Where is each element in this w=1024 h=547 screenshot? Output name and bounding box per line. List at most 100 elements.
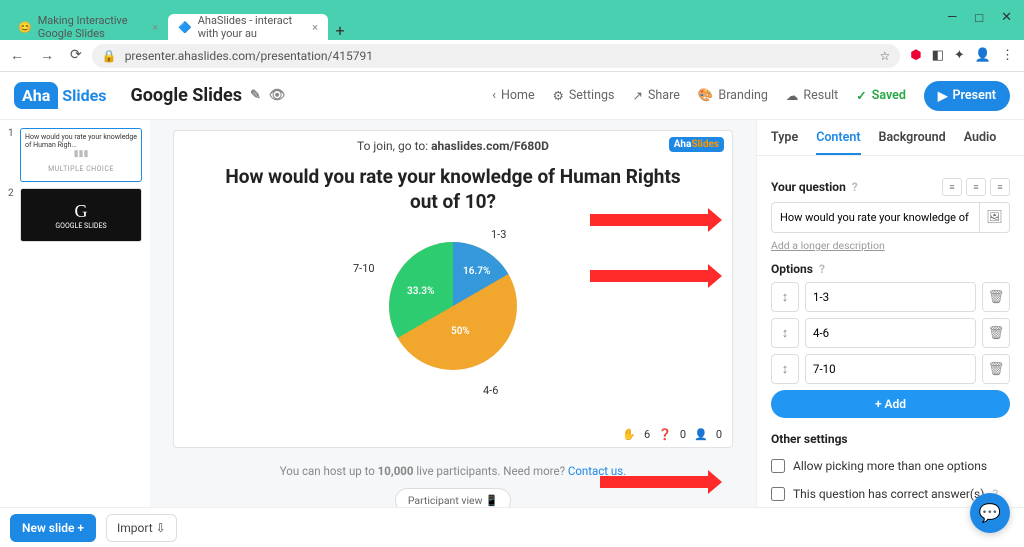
option-row: ↕ 🗑	[771, 354, 1010, 384]
annotation-arrow	[590, 270, 710, 282]
window-min-icon[interactable]: —	[947, 10, 957, 26]
trash-icon: 🗑	[988, 326, 1005, 341]
ext-icon[interactable]: ⬢	[910, 48, 921, 63]
plus-icon: +	[77, 521, 84, 535]
option-input[interactable]	[805, 318, 976, 348]
menu-icon[interactable]: ⋮	[1001, 48, 1014, 63]
thumb-title: How would you rate your knowledge of Hum…	[25, 133, 137, 149]
ext-icon[interactable]: ◧	[932, 48, 944, 63]
share-icon: ↗	[632, 88, 642, 104]
tab-close-icon[interactable]: ×	[152, 21, 158, 34]
tab-favicon: 🔷	[178, 21, 192, 34]
option-input[interactable]	[805, 282, 976, 312]
delete-option-button[interactable]: 🗑	[982, 354, 1010, 384]
align-right-icon[interactable]: ≡	[990, 178, 1010, 196]
help-icon[interactable]: ?	[852, 180, 858, 194]
setting-label: Allow picking more than one options	[793, 459, 987, 473]
phone-icon: 📱	[485, 494, 498, 507]
question-input[interactable]	[772, 203, 979, 232]
drag-handle[interactable]: ↕	[771, 354, 799, 384]
checkbox[interactable]	[771, 459, 785, 473]
browser-tab[interactable]: 🔷 AhaSlides - interact with your au ×	[168, 14, 328, 40]
check-icon: ✓	[856, 88, 866, 104]
setting-allow-multi[interactable]: Allow picking more than one options	[771, 452, 1010, 480]
user-count: 0	[716, 428, 722, 441]
new-slide-button[interactable]: New slide +	[10, 514, 96, 542]
question-section-label: Your question ? ≡ ≡ ≡	[771, 178, 1010, 196]
segment-percent: 50%	[451, 326, 470, 337]
tab-audio[interactable]: Audio	[964, 130, 997, 155]
trash-icon: 🗑	[988, 362, 1005, 377]
window-controls: — □ ✕	[947, 10, 1012, 26]
forward-icon[interactable]: →	[40, 47, 54, 64]
add-option-button[interactable]: + Add	[771, 390, 1010, 418]
align-left-icon[interactable]: ≡	[942, 178, 962, 196]
hand-count: 6	[644, 428, 650, 441]
chart-icon: ▮▮▮	[25, 149, 137, 159]
annotation-arrow	[600, 476, 710, 488]
option-input[interactable]	[805, 354, 976, 384]
window-max-icon[interactable]: □	[975, 10, 983, 26]
eye-icon[interactable]: 👁	[269, 88, 286, 103]
properties-panel: Type Content Background Audio Your quest…	[756, 120, 1024, 547]
chat-button[interactable]: 💬	[970, 493, 1010, 533]
google-g-icon: G	[75, 201, 88, 222]
delete-option-button[interactable]: 🗑	[982, 318, 1010, 348]
new-tab-button[interactable]: +	[328, 21, 352, 40]
drag-handle[interactable]: ↕	[771, 282, 799, 312]
tab-background[interactable]: Background	[879, 130, 946, 155]
title-text: Google Slides	[130, 85, 242, 106]
tab-type[interactable]: Type	[771, 130, 798, 155]
thumb-number: 1	[8, 128, 14, 139]
presentation-title[interactable]: Google Slides ✎ 👁	[130, 85, 285, 106]
import-button[interactable]: Import ⇩	[106, 514, 177, 542]
profile-icon[interactable]: 👤	[975, 48, 991, 63]
present-button[interactable]: ▶Present	[924, 81, 1010, 111]
logo-icon: Aha	[14, 82, 58, 109]
saved-status: ✓Saved	[856, 88, 906, 104]
play-icon: ▶	[938, 88, 948, 104]
tab-close-icon[interactable]: ×	[312, 21, 318, 34]
image-icon: 🖼	[986, 210, 1003, 225]
slide-thumb[interactable]: 2 G GOOGLE SLIDES	[8, 188, 142, 242]
logo-text: Slides	[62, 86, 106, 105]
browser-toolbar: ← → ⟳ 🔒 presenter.ahaslides.com/presenta…	[0, 40, 1024, 72]
tab-favicon: 😊	[18, 21, 32, 34]
nav-share[interactable]: ↗Share	[632, 88, 679, 104]
nav-home[interactable]: ‹Home	[492, 88, 534, 103]
segment-percent: 33.3%	[407, 286, 434, 297]
options-section-label: Options ?	[771, 262, 1010, 276]
drag-handle[interactable]: ↕	[771, 318, 799, 348]
browser-tabs: 😊 Making Interactive Google Slides × 🔷 A…	[0, 12, 1024, 40]
reload-icon[interactable]: ⟳	[70, 47, 82, 64]
slide-canvas[interactable]: To join, go to: ahaslides.com/F680D AhaS…	[173, 130, 733, 448]
join-link: ahaslides.com/F680D	[431, 139, 549, 153]
cloud-icon: ☁	[786, 88, 799, 104]
browser-tab[interactable]: 😊 Making Interactive Google Slides ×	[8, 14, 168, 40]
star-icon[interactable]: ☆	[879, 49, 890, 63]
nav-branding[interactable]: 🎨Branding	[698, 88, 768, 103]
image-button[interactable]: 🖼	[979, 203, 1009, 232]
window-close-icon[interactable]: ✕	[1001, 10, 1012, 26]
hand-icon: ✋	[622, 428, 636, 441]
address-bar[interactable]: 🔒 presenter.ahaslides.com/presentation/4…	[92, 44, 901, 68]
checkbox[interactable]	[771, 487, 785, 501]
align-center-icon[interactable]: ≡	[966, 178, 986, 196]
nav-settings[interactable]: ⚙Settings	[553, 88, 615, 104]
chat-icon: 💬	[979, 503, 1001, 524]
tab-content[interactable]: Content	[816, 130, 860, 155]
aha-badge: AhaSlides	[669, 137, 724, 152]
slide-thumb[interactable]: 1 How would you rate your knowledge of H…	[8, 128, 142, 182]
help-icon[interactable]: ?	[819, 262, 825, 276]
extensions-icon[interactable]: ✦	[954, 48, 965, 63]
nav-result[interactable]: ☁Result	[786, 88, 838, 104]
other-settings-label: Other settings	[771, 432, 1010, 446]
edit-icon[interactable]: ✎	[250, 88, 261, 103]
app-header: Aha Slides Google Slides ✎ 👁 ‹Home ⚙Sett…	[0, 72, 1024, 120]
delete-option-button[interactable]: 🗑	[982, 282, 1010, 312]
back-icon[interactable]: ←	[10, 47, 24, 64]
thumb-number: 2	[8, 188, 14, 199]
question-icon: ❓	[658, 428, 672, 441]
add-description-link[interactable]: Add a longer description	[771, 239, 1010, 252]
host-note: You can host up to 10,000 live participa…	[280, 464, 627, 478]
